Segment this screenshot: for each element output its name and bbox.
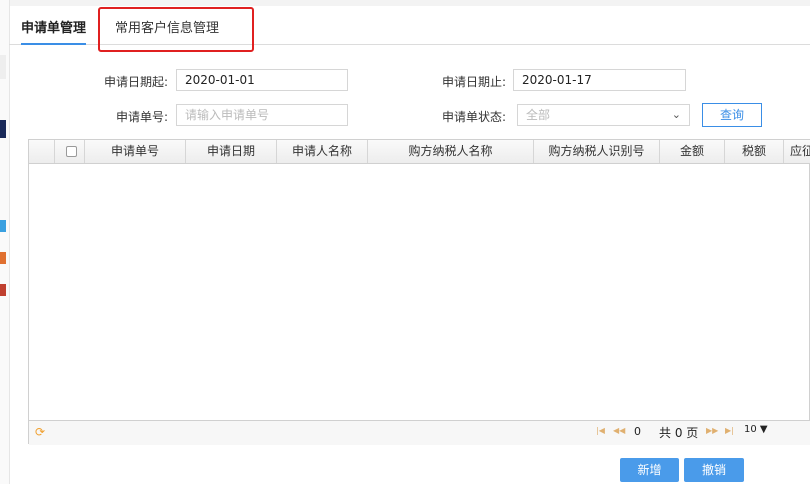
tab-highlight-box xyxy=(98,7,254,52)
column-header[interactable]: 申请人名称 xyxy=(277,140,368,163)
left-sidebar-edge xyxy=(0,0,10,484)
sidebar-edge-item[interactable] xyxy=(0,252,6,264)
refresh-icon[interactable]: ⟳ xyxy=(35,425,45,439)
pagination-bar: ⟳ |◀ ◀◀ 0 共 0 页 ▶▶ ▶| 10 ▼ xyxy=(29,420,810,445)
column-header[interactable]: 应征 xyxy=(784,140,810,163)
column-header[interactable]: 购方纳税人识别号 xyxy=(534,140,660,163)
revoke-button[interactable]: 撤销 xyxy=(684,458,744,482)
sidebar-edge-item[interactable] xyxy=(0,120,6,138)
select-all-checkbox[interactable] xyxy=(66,146,77,157)
date-start-label: 申请日期起: xyxy=(103,75,168,89)
row-number-header xyxy=(29,140,55,163)
total-pages-text: 共 0 页 xyxy=(659,426,699,440)
query-button[interactable]: 查询 xyxy=(702,103,762,127)
sidebar-edge-item[interactable] xyxy=(0,284,6,296)
application-status-label: 申请单状态: xyxy=(441,110,506,124)
first-page-icon[interactable]: |◀ xyxy=(596,426,605,435)
prev-page-icon[interactable]: ◀◀ xyxy=(613,426,625,435)
date-end-input[interactable]: 2020-01-17 xyxy=(513,69,686,91)
status-selected-value: 全部 xyxy=(526,108,551,122)
last-page-icon[interactable]: ▶| xyxy=(725,426,734,435)
window-top-strip xyxy=(0,0,810,6)
column-header[interactable]: 申请单号 xyxy=(85,140,186,163)
data-grid: 申请单号 申请日期 申请人名称 购方纳税人名称 购方纳税人识别号 金额 税额 应… xyxy=(28,139,810,445)
column-header[interactable]: 购方纳税人名称 xyxy=(368,140,534,163)
page-size-select[interactable]: 10 ▼ xyxy=(744,424,768,435)
chevron-down-icon: ⌄ xyxy=(671,108,681,121)
current-page-input[interactable]: 0 xyxy=(634,425,641,438)
grid-header: 申请单号 申请日期 申请人名称 购方纳税人名称 购方纳税人识别号 金额 税额 应… xyxy=(29,140,810,164)
column-header[interactable]: 税额 xyxy=(725,140,784,163)
date-end-label: 申请日期止: xyxy=(441,75,506,89)
add-button[interactable]: 新增 xyxy=(620,458,679,482)
application-status-select[interactable]: 全部 ⌄ xyxy=(517,104,690,126)
date-start-input[interactable]: 2020-01-01 xyxy=(176,69,348,91)
column-header[interactable]: 金额 xyxy=(660,140,725,163)
next-page-icon[interactable]: ▶▶ xyxy=(706,426,718,435)
tab-application-management[interactable]: 申请单管理 xyxy=(21,16,87,45)
application-number-input[interactable]: 请输入申请单号 xyxy=(176,104,348,126)
application-number-label: 申请单号: xyxy=(115,110,168,124)
sidebar-edge-item[interactable] xyxy=(0,55,6,79)
sidebar-edge-item[interactable] xyxy=(0,220,6,232)
column-header[interactable]: 申请日期 xyxy=(186,140,277,163)
